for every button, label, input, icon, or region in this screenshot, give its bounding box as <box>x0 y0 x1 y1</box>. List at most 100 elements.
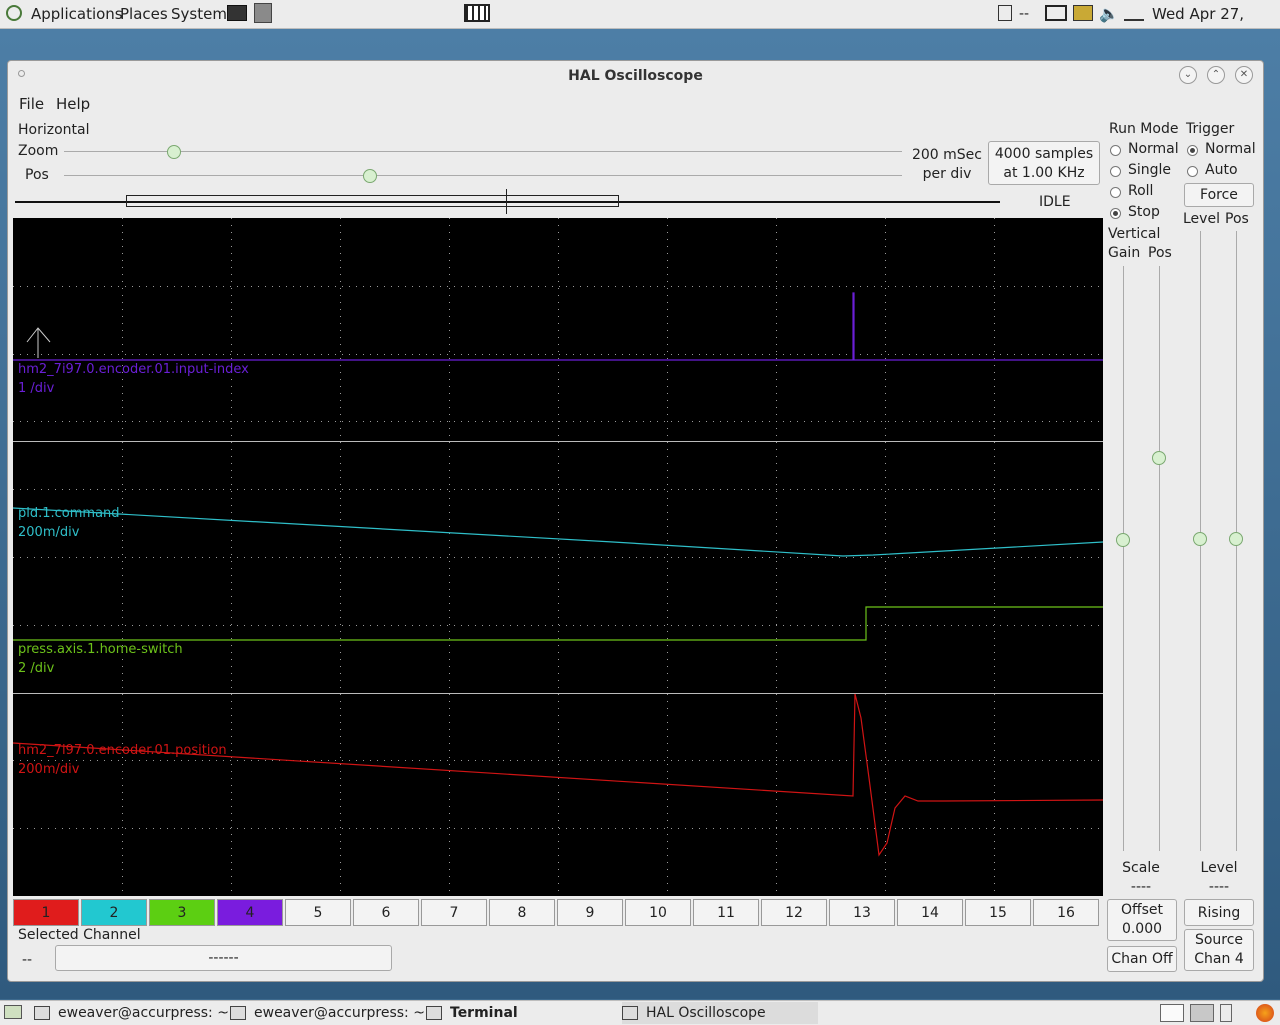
channel-button-9[interactable]: 9 <box>557 899 623 926</box>
close-icon[interactable]: ✕ <box>1235 66 1253 84</box>
taskbar-item-terminal-3[interactable]: Terminal <box>426 1002 518 1024</box>
channel-button-4[interactable]: 4 <box>217 899 283 926</box>
zoom-slider-knob[interactable] <box>167 145 181 159</box>
scope-canvas <box>13 218 1103 896</box>
trace-label-home-switch: press.axis.1.home-switch 2 /div <box>18 640 183 678</box>
run-mode-radio-icon[interactable] <box>1110 145 1121 156</box>
zoom-slider-track[interactable] <box>64 151 902 152</box>
clock[interactable]: Wed Apr 27, 08:40 <box>1152 0 1280 51</box>
window-title[interactable]: HAL Oscilloscope <box>8 61 1263 91</box>
help-menu[interactable]: Help <box>56 95 90 113</box>
phone-icon[interactable] <box>998 5 1012 21</box>
gain-slider-knob[interactable] <box>1116 533 1130 547</box>
vertical-title: Vertical <box>1108 226 1161 242</box>
run-mode-radio-icon[interactable] <box>1110 208 1121 219</box>
scale-value: ---- <box>1130 879 1152 895</box>
offset-value: 0.000 <box>1121 921 1163 937</box>
trace-name: pid.1.command <box>18 506 120 521</box>
trace-name: hm2_7i97.0.encoder.01.position <box>18 743 227 758</box>
channel-button-13[interactable]: 13 <box>829 899 895 926</box>
keyboard-icon[interactable] <box>464 4 490 22</box>
trace-name: hm2_7i97.0.encoder.01.input-index <box>18 362 249 377</box>
vertical-pos-slider-knob[interactable] <box>1152 451 1166 465</box>
channel-button-15[interactable]: 15 <box>965 899 1031 926</box>
samples-count: 4000 samples <box>994 146 1094 162</box>
zoom-label: Zoom <box>18 143 59 159</box>
trigger-level-slider-knob[interactable] <box>1193 532 1207 546</box>
network-icon[interactable] <box>1124 5 1144 21</box>
file-menu[interactable]: File <box>19 95 44 113</box>
run-mode-option-label: Roll <box>1128 183 1154 199</box>
trigger-mode-radio-icon[interactable] <box>1187 166 1198 177</box>
channel-button-1[interactable]: 1 <box>13 899 79 926</box>
minimize-icon[interactable]: ⌄ <box>1179 66 1197 84</box>
trace-scale: 2 /div <box>18 661 55 676</box>
show-desktop-icon[interactable] <box>4 1005 22 1019</box>
channel-button-10[interactable]: 10 <box>625 899 691 926</box>
trigger-level-caption: Level <box>1200 860 1238 876</box>
selected-channel-name-button[interactable]: ------ <box>55 945 392 971</box>
vertical-pos-slider-track[interactable] <box>1159 266 1160 851</box>
channel-button-16[interactable]: 16 <box>1033 899 1099 926</box>
trigger-source-button[interactable]: Source Chan 4 <box>1184 929 1254 971</box>
places-menu[interactable]: Places <box>120 0 168 28</box>
scale-caption: Scale <box>1122 860 1160 876</box>
trigger-level-label: Level <box>1183 211 1220 227</box>
workspace-1-icon[interactable] <box>1160 1004 1184 1022</box>
workspace-2-icon[interactable] <box>1190 1004 1214 1022</box>
trigger-source-value: Chan 4 <box>1194 951 1244 967</box>
channel-button-7[interactable]: 7 <box>421 899 487 926</box>
terminal-launcher-icon[interactable] <box>227 5 247 21</box>
trace-label-encoder-position: hm2_7i97.0.encoder.01.position 200m/div <box>18 741 227 779</box>
trigger-pos-slider-knob[interactable] <box>1229 532 1243 546</box>
channel-button-14[interactable]: 14 <box>897 899 963 926</box>
chan-off-button[interactable]: Chan Off <box>1107 946 1177 972</box>
channel-button-8[interactable]: 8 <box>489 899 555 926</box>
channel-button-2[interactable]: 2 <box>81 899 147 926</box>
pos-slider-knob[interactable] <box>363 169 377 183</box>
trace-pid-command <box>13 507 1103 557</box>
workspace-3-icon[interactable] <box>1220 1004 1232 1022</box>
samples-button[interactable]: 4000 samples at 1.00 KHz <box>988 141 1100 185</box>
run-mode-radio-icon[interactable] <box>1110 166 1121 177</box>
channel-button-6[interactable]: 6 <box>353 899 419 926</box>
applications-menu[interactable]: Applications <box>31 0 123 28</box>
trigger-pos-label: Pos <box>1225 211 1249 227</box>
trace-home-switch <box>13 606 1103 641</box>
trace-name: press.axis.1.home-switch <box>18 642 183 657</box>
trace-label-input-index: hm2_7i97.0.encoder.01.input-index 1 /div <box>18 360 249 398</box>
scope-display[interactable]: hm2_7i97.0.encoder.01.input-index 1 /div… <box>13 218 1103 896</box>
maximize-icon[interactable]: ⌃ <box>1207 66 1225 84</box>
trigger-mode-option-label: Normal <box>1205 141 1256 157</box>
force-button[interactable]: Force <box>1184 183 1254 207</box>
taskbar-item-hal-oscilloscope[interactable]: HAL Oscilloscope <box>622 1002 818 1024</box>
pos-label: Pos <box>25 167 49 183</box>
system-menu[interactable]: System <box>171 0 227 28</box>
channel-button-12[interactable]: 12 <box>761 899 827 926</box>
window-menu-icon[interactable] <box>18 70 25 77</box>
keyboard-layout-icon[interactable] <box>1045 5 1067 21</box>
run-mode-option-label: Stop <box>1128 204 1160 220</box>
record-window-box <box>126 195 619 207</box>
trigger-mode-radio-icon[interactable] <box>1187 145 1198 156</box>
pos-slider-track[interactable] <box>64 175 902 176</box>
channel-button-11[interactable]: 11 <box>693 899 759 926</box>
trace-scale: 1 /div <box>18 381 55 396</box>
hal-oscilloscope-window: HAL Oscilloscope ⌄ ⌃ ✕ File Help Horizon… <box>7 60 1264 982</box>
top-panel: Applications Places System -- 🔈 Wed Apr … <box>0 0 1280 51</box>
gain-slider-track[interactable] <box>1123 266 1124 851</box>
taskbar-item-terminal-1[interactable]: eweaver@accurpress: ~ <box>34 1002 229 1024</box>
calculator-launcher-icon[interactable] <box>254 3 272 23</box>
terminal-icon <box>230 1006 246 1020</box>
channel-button-5[interactable]: 5 <box>285 899 351 926</box>
taskbar-item-terminal-2[interactable]: eweaver@accurpress: ~ <box>230 1002 425 1024</box>
display-icon[interactable] <box>1073 5 1093 21</box>
channel-button-3[interactable]: 3 <box>149 899 215 926</box>
distro-logo-icon[interactable] <box>6 5 22 21</box>
trigger-edge-button[interactable]: Rising <box>1184 899 1254 926</box>
volume-icon[interactable]: 🔈 <box>1099 4 1119 24</box>
run-mode-radio-icon[interactable] <box>1110 187 1121 198</box>
firefox-icon[interactable] <box>1256 1004 1274 1022</box>
offset-button[interactable]: Offset 0.000 <box>1107 899 1177 941</box>
time-per-div-value: 200 mSec <box>911 147 982 163</box>
